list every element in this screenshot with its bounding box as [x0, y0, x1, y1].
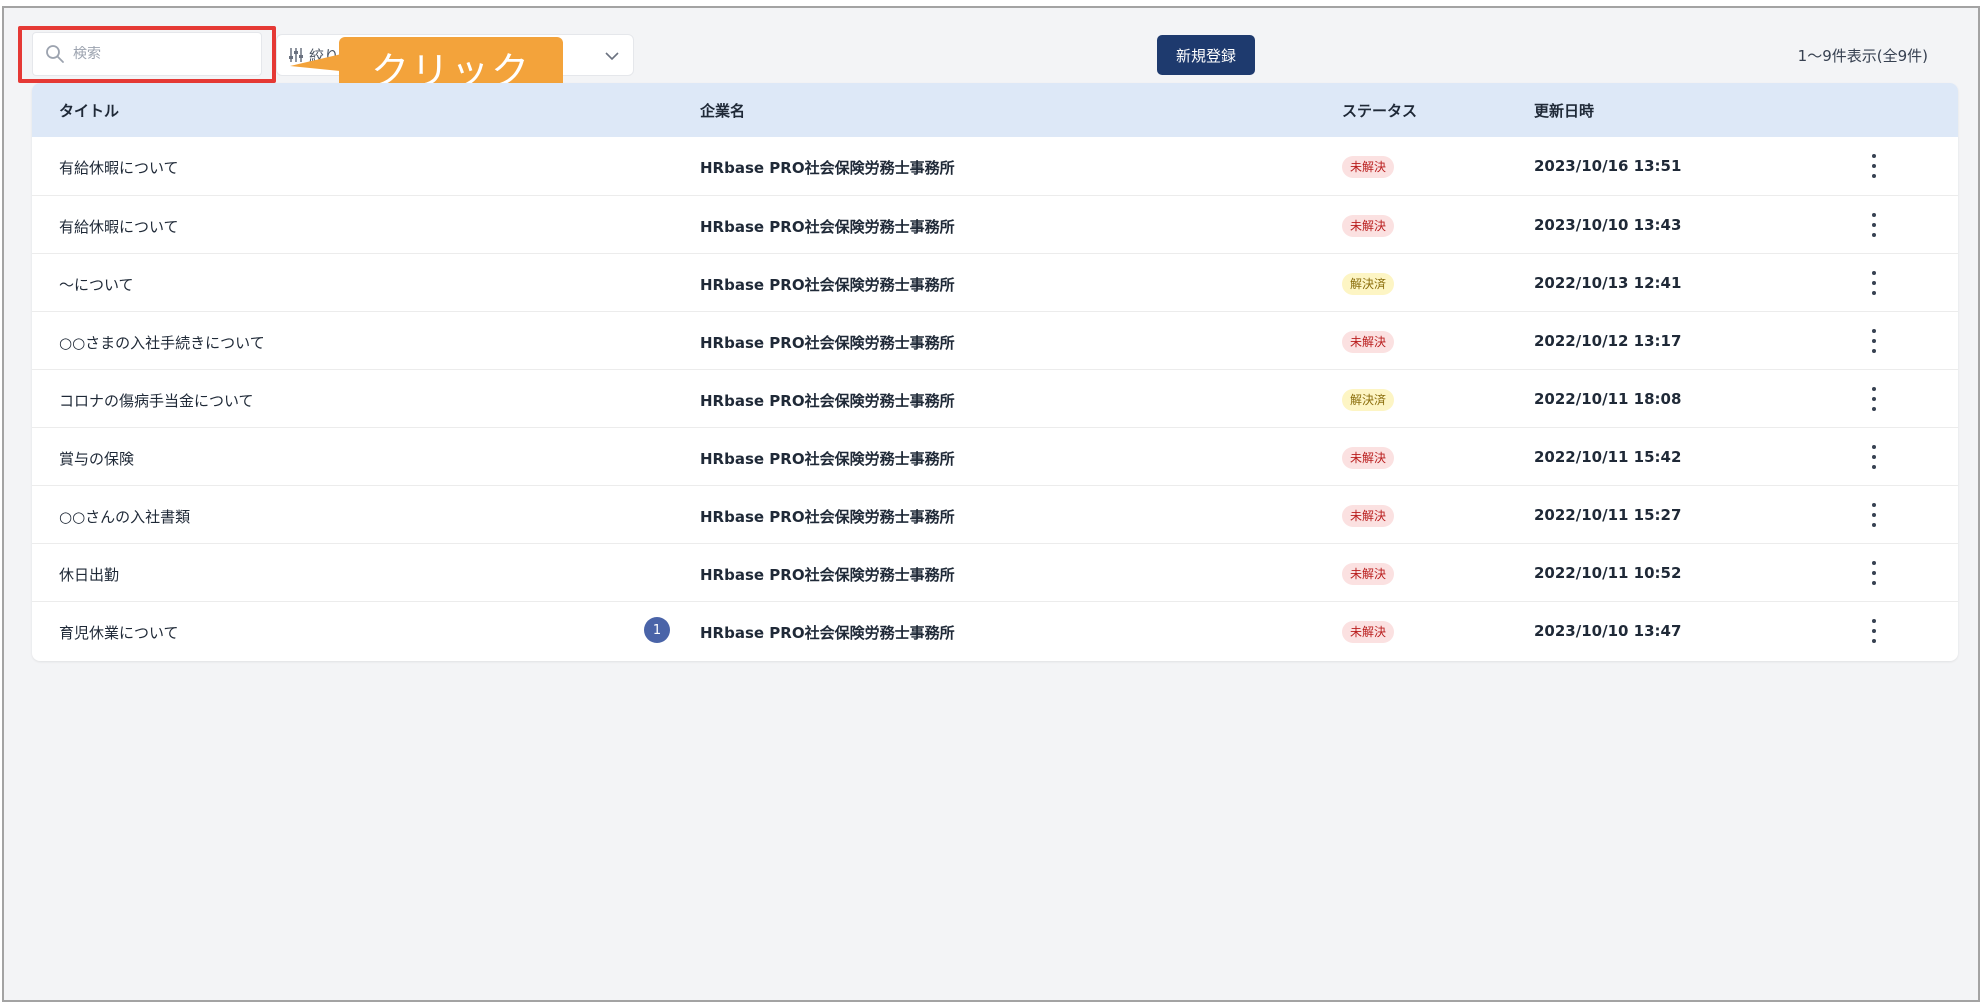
status-badge: 未解決 [1342, 447, 1395, 469]
row-updated: 2022/10/11 15:27 [1534, 506, 1682, 524]
table-row[interactable]: 賞与の保険 HRbase PRO社会保険労務士事務所 未解決 2022/10/11 1… [32, 427, 1958, 485]
row-company: HRbase PRO社会保険労務士事務所 [700, 159, 955, 177]
row-title[interactable]: ～について [59, 274, 134, 295]
table-body: 有給休暇について HRbase PRO社会保険労務士事務所 未解決 2023/10/1… [32, 137, 1958, 659]
table-header: タイトル 企業名 ステータス 更新日時 [32, 83, 1958, 137]
kebab-dot [1872, 233, 1876, 237]
row-menu-icon[interactable] [1868, 619, 1880, 643]
kebab-dot [1872, 154, 1876, 158]
row-menu-icon[interactable] [1868, 329, 1880, 353]
row-title[interactable]: 賞与の保険 [59, 448, 134, 469]
row-company: HRbase PRO社会保険労務士事務所 [700, 334, 955, 352]
row-company: HRbase PRO社会保険労務士事務所 [700, 392, 955, 410]
row-company: HRbase PRO社会保険労務士事務所 [700, 624, 955, 642]
kebab-dot [1872, 281, 1876, 285]
kebab-dot [1872, 271, 1876, 275]
app-frame: 絞り クリック 新規登録 1～9件表示(全9件) タイトル 企業名 ステータス … [2, 6, 1980, 1002]
kebab-dot [1872, 329, 1876, 333]
kebab-dot [1872, 619, 1876, 623]
row-updated: 2023/10/10 13:47 [1534, 622, 1682, 640]
table-row[interactable]: ○○さんの入社書類 HRbase PRO社会保険労務士事務所 未解決 2022/10/… [32, 485, 1958, 543]
kebab-dot [1872, 407, 1876, 411]
status-badge: 未解決 [1342, 156, 1395, 178]
row-updated: 2022/10/13 12:41 [1534, 274, 1682, 292]
header-status: ステータス [1342, 102, 1418, 120]
status-badge: 未解決 [1342, 215, 1395, 237]
table-row[interactable]: 有給休暇について HRbase PRO社会保険労務士事務所 未解決 2023/10/1… [32, 137, 1958, 195]
search-icon [46, 45, 64, 63]
table-row[interactable]: 育児休業について 1 HRbase PRO社会保険労務士事務所 未解決 2023/10/… [32, 601, 1958, 659]
row-title[interactable]: ○○さまの入社手続きについて [59, 332, 265, 353]
row-title[interactable]: ○○さんの入社書類 [59, 506, 190, 527]
header-title: タイトル [59, 102, 120, 120]
row-company: HRbase PRO社会保険労務士事務所 [700, 450, 955, 468]
row-updated: 2023/10/10 13:43 [1534, 216, 1682, 234]
row-title[interactable]: 有給休暇について [59, 216, 179, 237]
kebab-dot [1872, 455, 1876, 459]
row-title[interactable]: 休日出勤 [59, 564, 119, 585]
status-badge: 未解決 [1342, 563, 1395, 585]
kebab-dot [1872, 513, 1876, 517]
kebab-dot [1872, 397, 1876, 401]
kebab-dot [1872, 503, 1876, 507]
result-count: 1～9件表示(全9件) [1797, 47, 1928, 65]
table-row[interactable]: コロナの傷病手当金について HRbase PRO社会保険労務士事務所 解決済 2022… [32, 369, 1958, 427]
kebab-dot [1872, 174, 1876, 178]
kebab-dot [1872, 629, 1876, 633]
row-updated: 2022/10/11 10:52 [1534, 564, 1682, 582]
row-updated: 2022/10/12 13:17 [1534, 332, 1682, 350]
kebab-dot [1872, 581, 1876, 585]
row-company: HRbase PRO社会保険労務士事務所 [700, 508, 955, 526]
kebab-dot [1872, 639, 1876, 643]
status-badge: 未解決 [1342, 505, 1395, 527]
table-row[interactable]: ～について HRbase PRO社会保険労務士事務所 解決済 2022/10/13 1… [32, 253, 1958, 311]
inquiry-table: タイトル 企業名 ステータス 更新日時 有給休暇について HRbase PRO社会… [32, 83, 1958, 661]
kebab-dot [1872, 164, 1876, 168]
row-menu-icon[interactable] [1868, 561, 1880, 585]
row-updated: 2022/10/11 18:08 [1534, 390, 1682, 408]
status-badge: 解決済 [1342, 273, 1395, 295]
kebab-dot [1872, 561, 1876, 565]
kebab-dot [1872, 465, 1876, 469]
new-registration-button[interactable]: 新規登録 [1157, 35, 1255, 75]
table-row[interactable]: 有給休暇について HRbase PRO社会保険労務士事務所 未解決 2023/10/1… [32, 195, 1958, 253]
row-updated: 2023/10/16 13:51 [1534, 157, 1682, 175]
kebab-dot [1872, 571, 1876, 575]
table-row[interactable]: 休日出勤 HRbase PRO社会保険労務士事務所 未解決 2022/10/11 10… [32, 543, 1958, 601]
kebab-dot [1872, 523, 1876, 527]
row-menu-icon[interactable] [1868, 154, 1880, 178]
status-badge: 未解決 [1342, 331, 1395, 353]
header-company: 企業名 [700, 102, 746, 120]
row-title[interactable]: 育児休業について [59, 622, 179, 643]
row-title[interactable]: コロナの傷病手当金について [59, 390, 254, 411]
status-badge: 解決済 [1342, 389, 1395, 411]
kebab-dot [1872, 339, 1876, 343]
table-row[interactable]: ○○さまの入社手続きについて HRbase PRO社会保険労務士事務所 未解決 202… [32, 311, 1958, 369]
row-company: HRbase PRO社会保険労務士事務所 [700, 566, 955, 584]
row-title[interactable]: 有給休暇について [59, 157, 179, 178]
row-company: HRbase PRO社会保険労務士事務所 [700, 276, 955, 294]
kebab-dot [1872, 445, 1876, 449]
row-menu-icon[interactable] [1868, 445, 1880, 469]
chevron-down-icon [605, 52, 619, 61]
search-input[interactable] [73, 46, 253, 62]
row-menu-icon[interactable] [1868, 387, 1880, 411]
kebab-dot [1872, 291, 1876, 295]
row-menu-icon[interactable] [1868, 271, 1880, 295]
search-box[interactable] [32, 32, 262, 76]
kebab-dot [1872, 387, 1876, 391]
row-company: HRbase PRO社会保険労務士事務所 [700, 218, 955, 236]
kebab-dot [1872, 223, 1876, 227]
kebab-dot [1872, 349, 1876, 353]
kebab-dot [1872, 213, 1876, 217]
row-menu-icon[interactable] [1868, 213, 1880, 237]
row-menu-icon[interactable] [1868, 503, 1880, 527]
header-updated: 更新日時 [1534, 102, 1595, 120]
unread-count-badge: 1 [644, 617, 670, 643]
row-updated: 2022/10/11 15:42 [1534, 448, 1682, 466]
status-badge: 未解決 [1342, 621, 1395, 643]
